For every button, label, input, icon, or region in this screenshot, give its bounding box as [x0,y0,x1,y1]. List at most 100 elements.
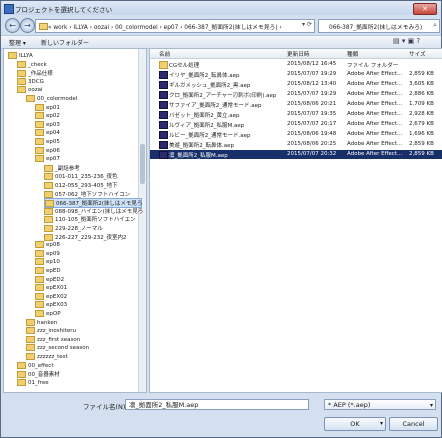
tree-item[interactable]: ep06 [35,146,60,155]
file-type: Adobe After Effect... [347,81,403,87]
ok-button[interactable]: OK ▾ [324,417,386,431]
organize-button[interactable]: 整理 ▾ [9,38,26,47]
file-row[interactable]: ルヴィア_拠面所2_私服M.aep 2015/07/07 20:17 Adobe A… [150,120,442,129]
tree-item[interactable]: ep05 [35,138,60,146]
view-options-icon[interactable]: ▤ ▾ ▣ ? [393,37,420,45]
file-row[interactable]: ルビー_拠面所2_通常モード.aep 2015/08/06 19:48 Adobe … [150,130,442,139]
tree-item[interactable]: 012-055_293-405_地下 [44,181,117,189]
filename-field[interactable]: 凛_拠面所2_私服M.aep [125,399,309,410]
tree-item[interactable]: ep03 [35,120,60,129]
tree-item[interactable]: 00_effect [17,361,54,370]
tree-item[interactable]: epEX01 [35,284,67,292]
tree-item[interactable]: ep07 [35,155,60,163]
close-button[interactable]: ✕ [413,3,437,15]
folder-icon [44,164,53,172]
tree-item[interactable]: epEX02 [35,292,67,301]
after-effects-file-icon [159,131,168,139]
tree-item[interactable]: 110-105_拠面所ソフトハイエン [44,215,136,224]
new-folder-button[interactable]: 新しいフォルダー [41,38,89,47]
filetype-select[interactable]: * AEP (*.aep) ▾ [324,399,436,410]
file-size: 2,928 KB [409,111,434,117]
tree-item[interactable]: zzz_inoshiteru [26,327,76,335]
folder-icon [44,225,53,232]
column-header-size[interactable]: サイズ [409,50,426,58]
folder-icon [44,190,53,198]
file-row[interactable]: バゼット_拠面所2_黄立.aep 2015/07/07 19:35 Adobe Af… [150,110,442,119]
tree-item[interactable]: ep08 [35,241,60,249]
column-header-name[interactable]: 名前 [159,50,170,58]
tree-item[interactable]: oozai [17,86,43,94]
tree-item[interactable]: 01_free [17,378,49,387]
tree-item-label: zzzzzz_test [37,354,68,360]
tree-item-label: epEX03 [46,302,68,309]
folder-icon [35,241,44,249]
tree-item-label: ILLYA [19,53,33,59]
tree-item[interactable]: epED2 [35,275,64,284]
tree-item[interactable]: 057-062_地下ソフトハイコン [44,190,130,198]
tree-item[interactable]: ep09 [35,249,60,258]
tree-item-label: ep02 [46,113,60,120]
folder-icon [35,249,44,257]
forward-button[interactable]: → [20,18,35,33]
file-date: 2015/07/07 19:29 [287,71,337,77]
tree-item[interactable]: epEX03 [35,301,67,309]
tree-item[interactable]: 00_colormodel [26,95,77,103]
tree-item[interactable]: _副話参考 [44,164,80,172]
tree-item[interactable]: 3DCG [17,77,44,86]
address-bar[interactable]: « work › ILLYA › oozai › 00_colormodel ›… [35,19,315,33]
tree-item[interactable]: ep01 [35,103,60,112]
file-row[interactable]: 凛_拠面所2_私服M.aep 2015/07/07 20:32 Adobe Afte… [150,150,442,159]
file-list[interactable]: 名前 更新日時 種類 サイズ CGセル処理 2015/08/12 16:45 ファイ… [149,48,442,393]
tree-item[interactable]: _作品仕様 [17,69,53,78]
tree-item[interactable]: ep04 [35,129,60,137]
file-row[interactable]: クロ_拠面所2_アーチャー刃刺ボ(印刷).aep 2015/07/07 19:29… [150,90,442,99]
folder-tree[interactable]: ILLYA _check _作品仕様 3DCG oozai 00_colormodel ep… [3,48,147,393]
tree-item[interactable]: ILLYA [8,52,33,60]
back-button[interactable]: ← [5,18,20,33]
tree-item[interactable]: 00_音器素材 [17,370,60,379]
address-refresh-icon[interactable]: ▾ ⟳ [302,21,312,28]
folder-icon [44,173,53,181]
search-icon[interactable]: ⌕ [433,21,437,30]
tree-item-label: ep08 [46,242,60,249]
file-size: 2,859 KB [409,141,434,147]
tree-item[interactable]: 226-227_229-232_夜室内2 [44,233,126,241]
navigation-bar: ← → « work › ILLYA › oozai › 00_colormod… [1,15,441,35]
file-row[interactable]: ギルガメッシュ_拠面所2_黒.aep 2015/08/12 13:40 Adobe … [150,80,442,89]
folder-icon [35,301,44,309]
file-row[interactable]: イリヤ_拠面所2_転鼻体.aep 2015/07/07 19:29 Adobe Af… [150,70,442,79]
file-row[interactable]: CGセル処理 2015/08/12 16:45 ファイル フォルダー [150,60,442,69]
tree-item[interactable]: ep02 [35,112,60,120]
file-size: 1,709 KB [409,101,434,107]
file-size: 2,886 KB [409,91,434,97]
cancel-button[interactable]: Cancel [389,417,438,431]
tree-item[interactable]: epOP [35,310,61,318]
folder-icon [26,353,35,360]
search-input[interactable]: 066-387_拠面所2(抹しはメモみろ) ⌕ [318,19,440,33]
tree-item[interactable]: _check [17,60,47,69]
tree-item[interactable]: 229-228_ノーマル [44,224,103,232]
after-effects-file-icon [159,81,168,89]
file-row[interactable]: 美遊_拠面所2_転鼻体.aep 2015/08/06 20:25 Adobe Aft… [150,140,442,149]
column-header-type[interactable]: 種類 [347,50,358,58]
title-bar: プロジェクトを選択してください ✕ [1,1,441,15]
folder-icon [44,233,53,241]
tree-item[interactable]: epED [35,267,61,275]
toolbar: 整理 ▾ 新しいフォルダー ▤ ▾ ▣ ? [1,35,441,49]
tree-item[interactable]: zzz_second season [26,344,89,352]
tree-item[interactable]: hanken [26,318,57,327]
tree-item[interactable]: ep10 [35,258,60,266]
tree-item[interactable]: zzz_first season [26,335,80,344]
tree-scrollbar[interactable] [138,49,146,392]
tree-item-label: ep04 [46,130,60,137]
tree-item[interactable]: 001-011_235-236_夜色 [44,172,117,181]
tree-scrollbar-thumb[interactable] [140,144,145,184]
file-type: Adobe After Effect... [347,121,403,127]
file-size: 3,605 KB [409,81,434,87]
file-row[interactable]: サファイア_拠面所2_通常モード.aep 2015/08/06 20:21 Adob… [150,100,442,109]
tree-item[interactable]: zzzzzz_test [26,353,68,361]
tree-item-label: 3DCG [28,78,44,85]
file-name: ギルガメッシュ_拠面所2_黒.aep [169,83,251,89]
column-header-date[interactable]: 更新日時 [287,50,309,58]
tree-item[interactable]: 088-098_ハイエン(抹しはメモ見ろ [44,207,143,215]
